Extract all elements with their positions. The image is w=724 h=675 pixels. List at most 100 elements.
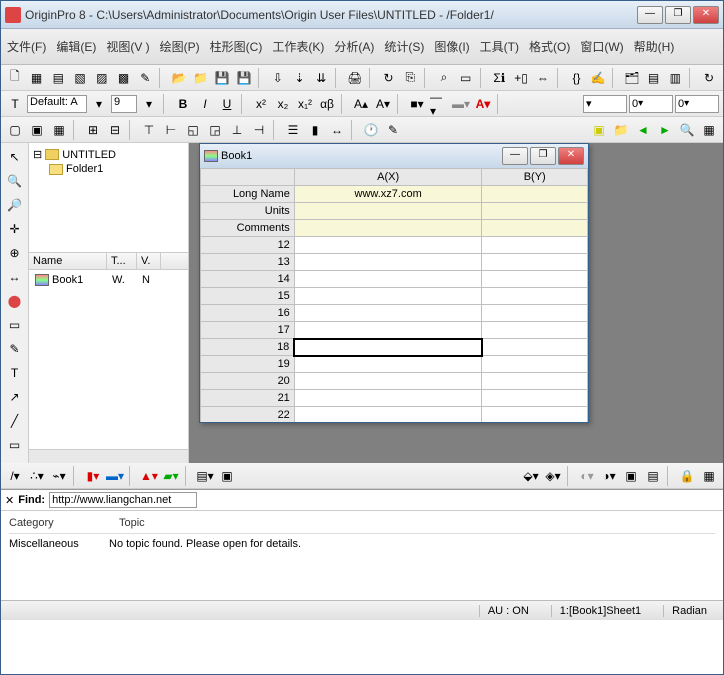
hdr-type[interactable]: T...: [107, 253, 137, 269]
menu-help[interactable]: 帮助(H): [634, 38, 675, 55]
list-item-book1[interactable]: Book1 W. N: [31, 272, 186, 288]
menu-format[interactable]: 格式(O): [529, 38, 570, 55]
layer1-icon[interactable]: ▢: [5, 120, 25, 140]
col-a-header[interactable]: A(X): [294, 169, 482, 186]
region-tool-icon[interactable]: ▭: [5, 315, 25, 335]
view-mode-icon[interactable]: ▦: [699, 120, 719, 140]
menu-image[interactable]: 图像(I): [434, 38, 469, 55]
combo-b[interactable]: 0▾: [675, 95, 719, 113]
area-plot-icon[interactable]: ▲▾: [139, 466, 159, 486]
screen-reader-icon[interactable]: ✛: [5, 219, 25, 239]
tree-root[interactable]: ⊟ UNTITLED: [33, 147, 184, 162]
line-style-icon[interactable]: —▾: [429, 94, 449, 114]
new-matrix-icon[interactable]: ▨: [92, 68, 112, 88]
fill-color-icon[interactable]: ▬▾: [451, 94, 471, 114]
font-combo[interactable]: Default: A: [27, 95, 87, 113]
zoom-100-icon[interactable]: ⌕: [434, 68, 454, 88]
font-color-icon[interactable]: ■▾: [407, 94, 427, 114]
menu-view[interactable]: 视图(V ): [106, 38, 149, 55]
explorer-icon[interactable]: ▣: [589, 120, 609, 140]
import-ascii-icon[interactable]: ⇣: [290, 68, 310, 88]
greek-icon[interactable]: αβ: [317, 94, 337, 114]
results-row[interactable]: Miscellaneous No topic found. Please ope…: [9, 534, 715, 554]
hdr-view[interactable]: V.: [137, 253, 161, 269]
new-workbook-icon[interactable]: ▦: [27, 68, 47, 88]
scatter-plot-icon[interactable]: ∴▾: [27, 466, 47, 486]
row-comments[interactable]: Comments: [201, 220, 295, 237]
add-left-icon[interactable]: ⊣: [249, 120, 269, 140]
folder-nav-icon[interactable]: 📁: [611, 120, 631, 140]
font-size-dropdown-icon[interactable]: ▾: [139, 94, 159, 114]
rect-tool-icon[interactable]: ▭: [5, 435, 25, 455]
results-hdr-topic[interactable]: Topic: [119, 517, 145, 529]
line-plot-icon[interactable]: /▾: [5, 466, 25, 486]
add-right-axis-icon[interactable]: ⊢: [161, 120, 181, 140]
cell-longname-a[interactable]: www.xz7.com: [294, 186, 482, 203]
font-dropdown-icon[interactable]: ▾: [89, 94, 109, 114]
results-hdr-category[interactable]: Category: [9, 517, 89, 529]
italic-button[interactable]: I: [195, 94, 215, 114]
command-window-icon[interactable]: ▥: [665, 68, 685, 88]
refresh-icon[interactable]: ↻: [379, 68, 399, 88]
palette-icon[interactable]: ▦: [699, 466, 719, 486]
add-inset2-icon[interactable]: ◲: [205, 120, 225, 140]
zoom-out-icon[interactable]: 🔎: [5, 195, 25, 215]
close-find-icon[interactable]: ✕: [5, 494, 14, 507]
row-longname[interactable]: Long Name: [201, 186, 295, 203]
font-color2-icon[interactable]: A▾: [473, 94, 493, 114]
merge-graph-icon[interactable]: ⊟: [105, 120, 125, 140]
supersub-icon[interactable]: x₁²: [295, 94, 315, 114]
slider-icon[interactable]: ⇔: [533, 68, 553, 88]
data-selector-icon[interactable]: ↔: [5, 267, 25, 287]
save-icon[interactable]: 💾: [213, 68, 233, 88]
tree-child[interactable]: Folder1: [33, 162, 184, 176]
lock-icon[interactable]: 🔒: [677, 466, 697, 486]
workbook-titlebar[interactable]: Book1 — ❐ ✕: [200, 144, 588, 168]
maximize-button[interactable]: ❐: [665, 6, 691, 24]
worksheet-grid[interactable]: A(X)B(Y) Long Namewww.xz7.com Units Comm…: [200, 168, 588, 422]
menu-file[interactable]: 文件(F): [7, 38, 46, 55]
book-maximize-button[interactable]: ❐: [530, 147, 556, 165]
column-plot-icon[interactable]: ▬▾: [105, 466, 125, 486]
book-minimize-button[interactable]: —: [502, 147, 528, 165]
date-time-icon[interactable]: 🕐: [361, 120, 381, 140]
results-log-icon[interactable]: ▤: [644, 68, 664, 88]
menu-plot[interactable]: 绘图(P): [160, 38, 200, 55]
colorscale-icon[interactable]: ▮: [305, 120, 325, 140]
new-graph-icon[interactable]: ▧: [70, 68, 90, 88]
xy-scale-icon[interactable]: ↔: [327, 120, 347, 140]
add-column-icon[interactable]: +▯: [511, 68, 531, 88]
menu-analysis[interactable]: 分析(A): [334, 38, 374, 55]
menu-window[interactable]: 窗口(W): [580, 38, 623, 55]
add-top-axis-icon[interactable]: ⊤: [139, 120, 159, 140]
swap-mask-icon[interactable]: ▤: [643, 466, 663, 486]
recalc-icon[interactable]: ▭: [456, 68, 476, 88]
menu-statistics[interactable]: 统计(S): [384, 38, 424, 55]
close-button[interactable]: ✕: [693, 6, 719, 24]
print-icon[interactable]: 🖨: [345, 68, 365, 88]
new-layout-icon[interactable]: ▩: [114, 68, 134, 88]
bold-button[interactable]: B: [173, 94, 193, 114]
menu-column[interactable]: 柱形图(C): [210, 38, 263, 55]
bar-plot-icon[interactable]: ▮▾: [83, 466, 103, 486]
book-close-button[interactable]: ✕: [558, 147, 584, 165]
extract-layers-icon[interactable]: ⊞: [83, 120, 103, 140]
draw-data-icon[interactable]: ✎: [5, 339, 25, 359]
unmask-icon[interactable]: ◑▾: [599, 466, 619, 486]
recompute-icon[interactable]: ↻: [699, 68, 719, 88]
prev-folder-icon[interactable]: ◄: [633, 120, 653, 140]
line-tool-icon[interactable]: ╱: [5, 411, 25, 431]
save-template-icon[interactable]: 💾: [234, 68, 254, 88]
code-builder-icon[interactable]: {}: [567, 68, 587, 88]
data-reader-icon[interactable]: ⊕: [5, 243, 25, 263]
menu-edit[interactable]: 编辑(E): [56, 38, 96, 55]
project-explorer-icon[interactable]: 🗂: [622, 68, 642, 88]
combo-a[interactable]: 0▾: [629, 95, 673, 113]
duplicate-icon[interactable]: ⎘: [400, 68, 420, 88]
legend-icon[interactable]: ☰: [283, 120, 303, 140]
font-size-input[interactable]: 9: [111, 95, 137, 113]
mask-icon[interactable]: ◐▾: [577, 466, 597, 486]
pie-3d-icon[interactable]: ▰▾: [161, 466, 181, 486]
increase-font-icon[interactable]: A▴: [351, 94, 371, 114]
3d-plot-icon[interactable]: ⬙▾: [521, 466, 541, 486]
